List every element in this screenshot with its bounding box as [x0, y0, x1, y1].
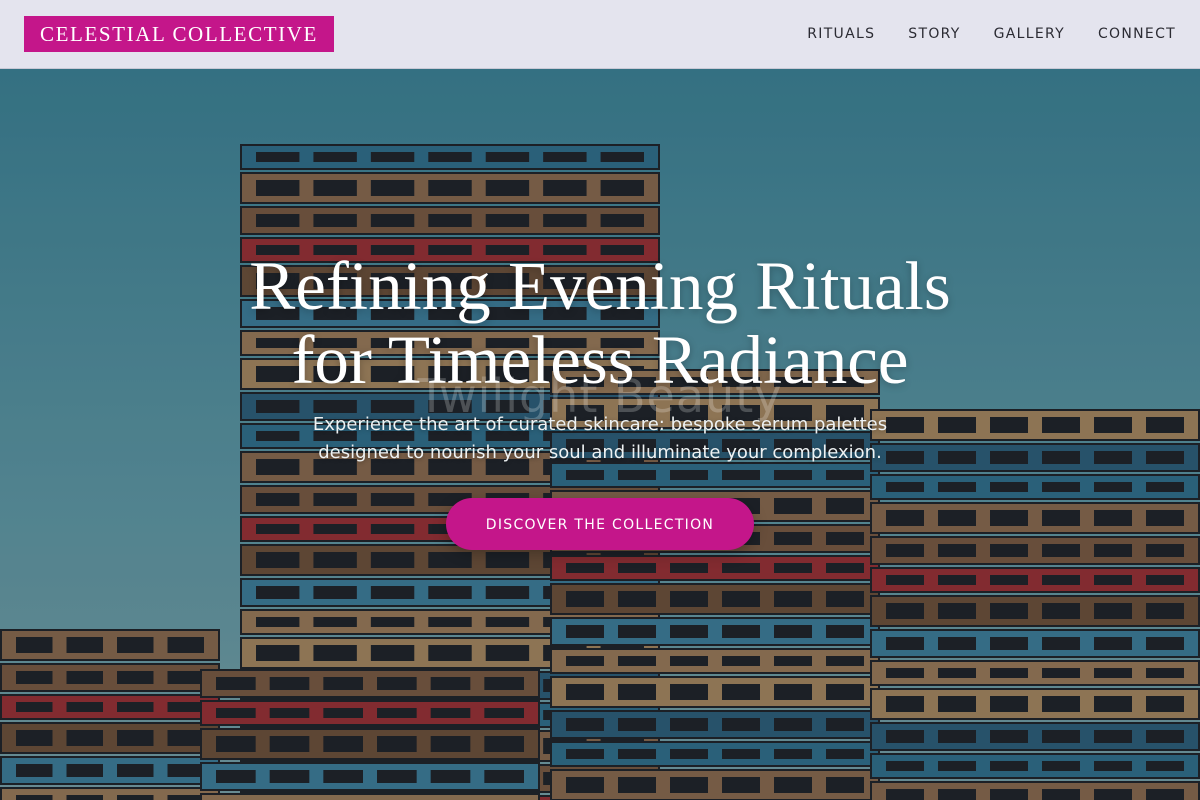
main-nav: RITUALS STORY GALLERY CONNECT [807, 0, 1176, 68]
hero-subtitle: Experience the art of curated skincare: … [290, 411, 910, 467]
hero-subtitle-line-1: Experience the art of curated skincare: … [312, 414, 888, 435]
discover-collection-button[interactable]: DISCOVER THE COLLECTION [446, 498, 754, 550]
site-header: CELESTIAL COLLECTIVE RITUALS STORY GALLE… [0, 0, 1200, 69]
hero-title-line-2: for Timeless Radiance [291, 322, 909, 398]
nav-link-gallery[interactable]: GALLERY [994, 26, 1065, 42]
hero-subtitle-line-2: designed to nourish your soul and illumi… [318, 442, 882, 463]
nav-link-rituals[interactable]: RITUALS [807, 26, 875, 42]
hero-title-line-1: Refining Evening Rituals [249, 248, 951, 324]
hero-section: Twilight Beauty Refining Evening Rituals… [0, 69, 1200, 800]
nav-link-connect[interactable]: CONNECT [1098, 26, 1176, 42]
hero-title: Refining Evening Rituals for Timeless Ra… [100, 249, 1100, 397]
brand-logo[interactable]: CELESTIAL COLLECTIVE [24, 16, 334, 52]
nav-link-story[interactable]: STORY [908, 26, 960, 42]
